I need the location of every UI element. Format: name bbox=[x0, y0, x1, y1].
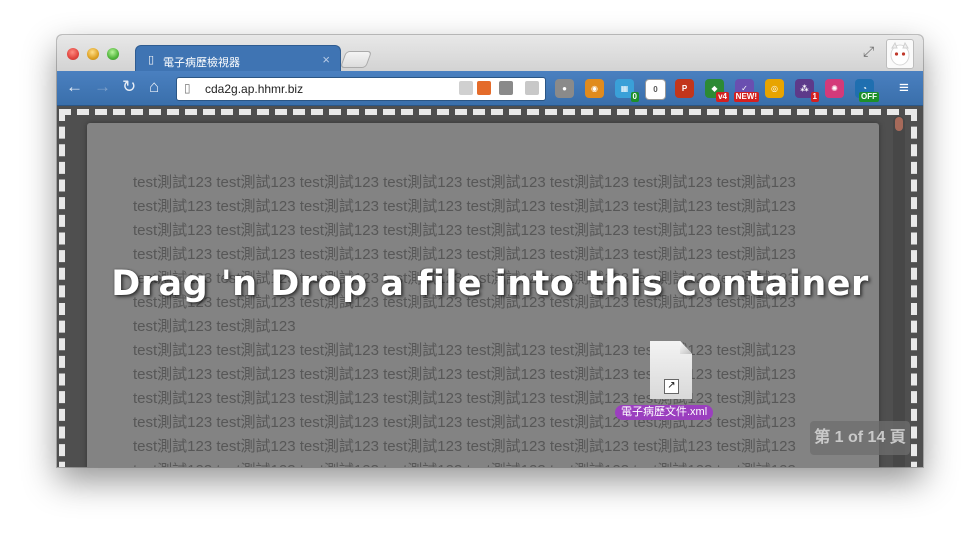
tab-active[interactable]: ▯ 電子病歷檢視器 × bbox=[135, 45, 341, 74]
new-tab-button[interactable] bbox=[339, 51, 373, 68]
counter-icon[interactable]: ▦ 0 bbox=[615, 79, 639, 102]
extension-badge: NEW! bbox=[733, 92, 759, 102]
extension-badge: v4 bbox=[716, 92, 729, 102]
page-icon: ▯ bbox=[184, 81, 191, 95]
pinwheel-icon[interactable]: ✺ bbox=[825, 79, 844, 98]
tab-page-icon: ▯ bbox=[148, 54, 155, 66]
back-button[interactable]: ← bbox=[66, 77, 83, 97]
mobile-icon[interactable] bbox=[459, 81, 473, 95]
alias-arrow-icon: ↗ bbox=[664, 379, 679, 394]
translate-icon[interactable] bbox=[477, 81, 491, 95]
zoom-window-button[interactable] bbox=[107, 48, 119, 60]
extension-badge: 1 bbox=[810, 92, 819, 102]
extension-badge: OFF bbox=[859, 92, 879, 102]
v4-icon[interactable]: ◆ v4 bbox=[705, 79, 729, 102]
address-bar[interactable]: ▯ cda2g.ap.hhmr.biz bbox=[176, 77, 546, 101]
menu-icon[interactable]: ≡ bbox=[899, 78, 909, 98]
scrollbar-thumb[interactable] bbox=[895, 117, 903, 131]
fullscreen-icon[interactable]: ⤢ bbox=[863, 43, 874, 60]
close-window-button[interactable] bbox=[67, 48, 79, 60]
new-icon[interactable]: ✓ NEW! bbox=[733, 79, 759, 102]
gauge-off-icon[interactable]: ◔ OFF bbox=[855, 79, 879, 102]
dragged-file-name: 電子病歷文件.xml bbox=[615, 405, 714, 420]
dragged-file-icon: ↗ bbox=[650, 341, 692, 399]
tab-close-icon[interactable]: × bbox=[322, 52, 330, 67]
browser-toolbar: ← → ↻ ⌂ ▯ cda2g.ap.hhmr.biz ● ◉ ▦ 0 0 P ◆ v4 ✓ NE… bbox=[57, 71, 923, 106]
page-indicator: 第 1 of 14 頁 bbox=[810, 421, 910, 455]
title-bar: ▯ 電子病歷檢視器 × ⤢ bbox=[57, 35, 923, 74]
molecule-icon[interactable]: ⁂ 1 bbox=[795, 79, 819, 102]
viewer-content[interactable]: test測試123 test測試123 test測試123 test測試123 … bbox=[57, 106, 923, 467]
reload-button[interactable]: ↻ bbox=[122, 77, 136, 97]
profile-avatar[interactable] bbox=[886, 39, 914, 69]
dropdown-icon[interactable] bbox=[525, 81, 539, 95]
tab-title: 電子病歷檢視器 bbox=[163, 57, 240, 69]
forward-button[interactable]: → bbox=[94, 77, 111, 97]
p-icon[interactable]: P bbox=[675, 79, 694, 98]
drop-zone-message: Drag 'n Drop a file into this container bbox=[111, 264, 869, 304]
home-button[interactable]: ⌂ bbox=[149, 77, 159, 97]
extension-badge: 0 bbox=[630, 92, 639, 102]
firefox-icon[interactable]: ◉ bbox=[585, 79, 604, 98]
browser-window: ▯ 電子病歷檢視器 × ⤢ ← → ↻ ⌂ ▯ cda2g.ap.hhmr.bi… bbox=[57, 35, 923, 467]
zero-icon[interactable]: 0 bbox=[645, 79, 666, 100]
orange-circle-icon[interactable]: ◎ bbox=[765, 79, 784, 98]
minimize-window-button[interactable] bbox=[87, 48, 99, 60]
address-url[interactable]: cda2g.ap.hhmr.biz bbox=[205, 82, 303, 96]
globe-icon[interactable]: ● bbox=[555, 79, 574, 98]
puzzle-icon[interactable] bbox=[499, 81, 513, 95]
